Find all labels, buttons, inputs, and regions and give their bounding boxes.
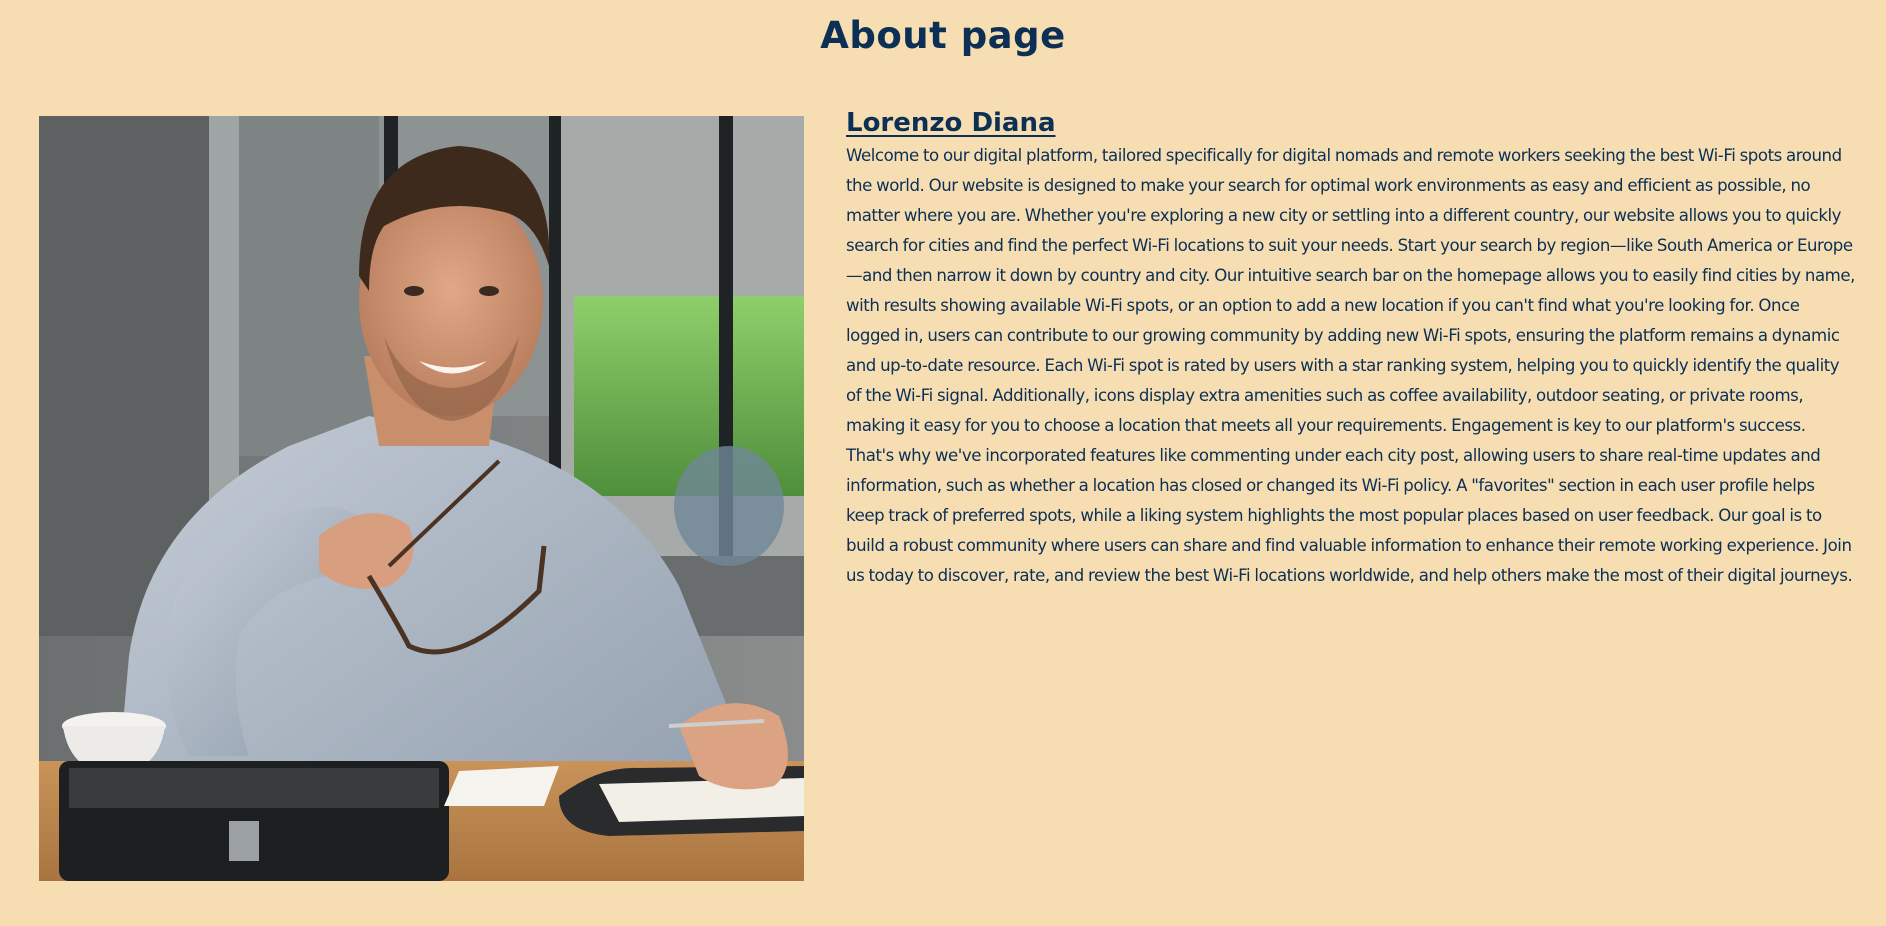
page-title: About page [820,14,1066,57]
about-content: Lorenzo Diana Welcome to our digital pla… [846,108,1856,591]
about-bio-text: Welcome to our digital platform, tailore… [846,146,1855,585]
author-name-link[interactable]: Lorenzo Diana [846,108,1056,138]
profile-photo [39,116,804,881]
